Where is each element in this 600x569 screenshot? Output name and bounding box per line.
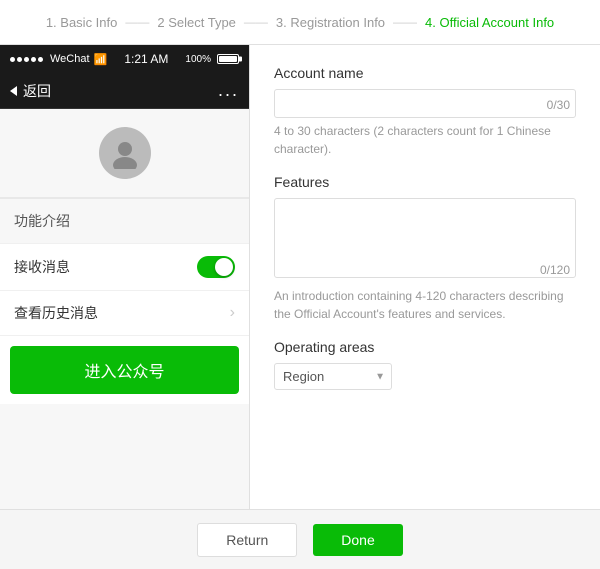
phone-mockup: WeChat 📶 1:21 AM 100% 返回 ...	[0, 45, 250, 509]
features-hint: An introduction containing 4-120 charact…	[274, 287, 576, 323]
step-2[interactable]: 2 Select Type	[157, 15, 236, 30]
avatar-section	[0, 109, 249, 198]
avatar-icon	[109, 137, 141, 169]
return-button[interactable]: Return	[197, 523, 297, 557]
features-count: 0/120	[540, 263, 570, 277]
wifi-icon: 📶	[94, 53, 108, 66]
battery-pct: 100%	[185, 54, 211, 65]
menu-history-label: 查看历史消息	[14, 303, 98, 323]
step-4[interactable]: 4. Official Account Info	[425, 15, 554, 30]
signal-dots	[10, 57, 43, 62]
region-select-wrapper: Region North America Europe Asia Other ▼	[274, 363, 392, 390]
menu-receive-label: 接收消息	[14, 257, 70, 277]
step-3[interactable]: 3. Registration Info	[276, 15, 385, 30]
toggle-container	[197, 256, 235, 278]
nav-more-dots[interactable]: ...	[218, 80, 239, 101]
region-select[interactable]: Region North America Europe Asia Other	[274, 363, 392, 390]
enter-account-button[interactable]: 进入公众号	[10, 346, 239, 394]
time-label: 1:21 AM	[124, 52, 168, 66]
back-label: 返回	[23, 81, 51, 101]
operating-areas-label: Operating areas	[274, 339, 576, 355]
avatar	[99, 127, 151, 179]
toggle-switch[interactable]	[197, 256, 235, 278]
done-button[interactable]: Done	[313, 524, 402, 556]
step-1[interactable]: 1. Basic Info	[46, 15, 118, 30]
account-name-input[interactable]	[274, 89, 576, 118]
form-panel: Account name 0/30 4 to 30 characters (2 …	[250, 45, 600, 509]
account-name-label: Account name	[274, 65, 576, 81]
menu-intro: 功能介绍	[0, 198, 249, 244]
back-arrow-icon	[10, 86, 17, 96]
phone-status-bar: WeChat 📶 1:21 AM 100%	[0, 45, 249, 73]
battery-icon	[217, 54, 239, 64]
chevron-right-icon: ›	[230, 304, 235, 322]
step-sep-1: ——	[125, 15, 149, 29]
features-label: Features	[274, 174, 576, 190]
back-button[interactable]: 返回	[10, 81, 51, 101]
menu-intro-label: 功能介绍	[14, 211, 70, 231]
step-2-label: 2 Select Type	[157, 15, 236, 30]
menu-receive[interactable]: 接收消息	[0, 244, 249, 291]
step-3-label: 3. Registration Info	[276, 15, 385, 30]
network-label: WeChat	[50, 53, 90, 65]
status-left: WeChat 📶	[10, 53, 107, 66]
account-name-input-wrapper: 0/30	[274, 89, 576, 118]
status-right: 100%	[185, 54, 239, 65]
step-sep-3: ——	[393, 15, 417, 29]
steps-bar: 1. Basic Info —— 2 Select Type —— 3. Reg…	[0, 0, 600, 45]
features-section: Features 0/120 An introduction containin…	[274, 174, 576, 323]
phone-remaining-space	[0, 404, 249, 509]
account-name-section: Account name 0/30 4 to 30 characters (2 …	[274, 65, 576, 158]
features-textarea[interactable]	[274, 198, 576, 278]
step-1-label: 1. Basic Info	[46, 15, 118, 30]
bottom-bar: Return Done	[0, 509, 600, 569]
step-4-label: 4. Official Account Info	[425, 15, 554, 30]
account-name-count: 0/30	[547, 98, 570, 112]
phone-nav-bar: 返回 ...	[0, 73, 249, 109]
account-name-hint: 4 to 30 characters (2 characters count f…	[274, 122, 576, 158]
operating-areas-section: Operating areas Region North America Eur…	[274, 339, 576, 390]
step-sep-2: ——	[244, 15, 268, 29]
menu-history[interactable]: 查看历史消息 ›	[0, 291, 249, 336]
toggle-knob	[215, 258, 233, 276]
features-textarea-wrapper: 0/120	[274, 198, 576, 283]
main-content: WeChat 📶 1:21 AM 100% 返回 ...	[0, 45, 600, 509]
